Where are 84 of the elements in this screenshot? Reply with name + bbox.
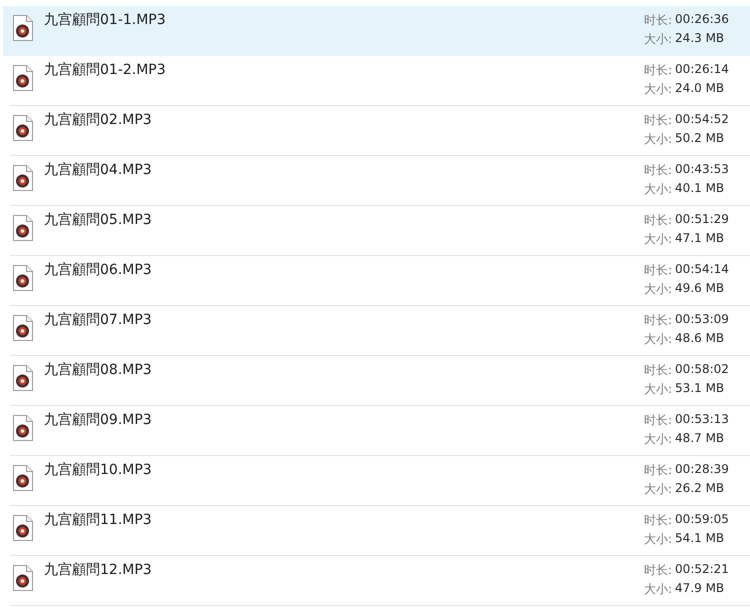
file-name: 九宫顧問07.MP3	[44, 311, 152, 329]
audio-file-icon	[12, 314, 34, 342]
audio-file-icon	[12, 164, 34, 192]
file-name: 九宫顧問08.MP3	[44, 361, 152, 379]
duration-label: 时长:	[644, 312, 672, 329]
file-name: 九宫顧問02.MP3	[44, 111, 152, 129]
duration-label: 时长:	[644, 412, 672, 429]
duration-label: 时长:	[644, 12, 672, 29]
file-name: 九宫顧問06.MP3	[44, 261, 152, 279]
size-value: 50.2 MB	[675, 131, 726, 147]
file-row[interactable]: 九宫顧問05.MP3 时长: 00:51:29 大小: 47.1 MB	[10, 206, 750, 256]
duration-label: 时长:	[644, 262, 672, 279]
duration-label: 时长:	[644, 512, 672, 529]
size-value: 40.1 MB	[675, 181, 726, 197]
audio-file-icon	[12, 14, 34, 42]
size-label: 大小:	[644, 181, 672, 198]
audio-file-icon	[12, 114, 34, 142]
size-value: 47.9 MB	[675, 581, 726, 597]
size-label: 大小:	[644, 31, 672, 48]
file-name: 九宫顧問04.MP3	[44, 161, 152, 179]
audio-file-icon	[12, 464, 34, 492]
size-label: 大小:	[644, 81, 672, 98]
size-label: 大小:	[644, 481, 672, 498]
file-row[interactable]: 九宫顧問06.MP3 时长: 00:54:14 大小: 49.6 MB	[10, 256, 750, 306]
size-value: 26.2 MB	[675, 481, 726, 497]
duration-value: 00:26:36	[675, 12, 730, 28]
audio-file-icon	[12, 214, 34, 242]
duration-label: 时长:	[644, 562, 672, 579]
size-value: 47.1 MB	[675, 231, 726, 247]
file-row[interactable]: 九宫顧問04.MP3 时长: 00:43:53 大小: 40.1 MB	[10, 156, 750, 206]
duration-label: 时长:	[644, 162, 672, 179]
size-label: 大小:	[644, 331, 672, 348]
file-row[interactable]: 九宫顧問09.MP3 时长: 00:53:13 大小: 48.7 MB	[10, 406, 750, 456]
duration-value: 00:53:13	[675, 412, 730, 428]
duration-value: 00:26:14	[675, 62, 730, 78]
duration-label: 时长:	[644, 112, 672, 129]
size-label: 大小:	[644, 281, 672, 298]
size-value: 24.3 MB	[675, 31, 726, 47]
file-name: 九宫顧問05.MP3	[44, 211, 152, 229]
duration-label: 时长:	[644, 462, 672, 479]
audio-file-icon	[12, 414, 34, 442]
audio-file-icon	[12, 264, 34, 292]
size-value: 49.6 MB	[675, 281, 726, 297]
size-value: 54.1 MB	[675, 531, 726, 547]
file-name: 九宫顧問11.MP3	[44, 511, 152, 529]
file-row[interactable]: 九宫顧問01-2.MP3 时长: 00:26:14 大小: 24.0 MB	[10, 56, 750, 106]
duration-value: 00:43:53	[675, 162, 730, 178]
file-row[interactable]: 九宫顧問02.MP3 时长: 00:54:52 大小: 50.2 MB	[10, 106, 750, 156]
file-row[interactable]: 九宫顧問07.MP3 时长: 00:53:09 大小: 48.6 MB	[10, 306, 750, 356]
file-name: 九宫顧問01-2.MP3	[44, 61, 166, 79]
size-label: 大小:	[644, 581, 672, 598]
file-row[interactable]: 九宫顧問08.MP3 时长: 00:58:02 大小: 53.1 MB	[10, 356, 750, 406]
size-value: 48.7 MB	[675, 431, 726, 447]
duration-value: 00:54:52	[675, 112, 730, 128]
size-label: 大小:	[644, 131, 672, 148]
audio-file-icon	[12, 514, 34, 542]
duration-label: 时长:	[644, 212, 672, 229]
file-name: 九宫顧問01-1.MP3	[44, 11, 166, 29]
duration-value: 00:54:14	[675, 262, 730, 278]
file-row[interactable]: 九宫顧問11.MP3 时长: 00:59:05 大小: 54.1 MB	[10, 506, 750, 556]
file-name: 九宫顧問09.MP3	[44, 411, 152, 429]
size-label: 大小:	[644, 431, 672, 448]
size-value: 24.0 MB	[675, 81, 726, 97]
size-label: 大小:	[644, 531, 672, 548]
duration-value: 00:58:02	[675, 362, 730, 378]
duration-value: 00:51:29	[675, 212, 730, 228]
duration-label: 时长:	[644, 362, 672, 379]
file-name: 九宫顧問10.MP3	[44, 461, 152, 479]
file-row[interactable]: 九宫顧問12.MP3 时长: 00:52:21 大小: 47.9 MB	[10, 556, 750, 606]
duration-value: 00:52:21	[675, 562, 730, 578]
duration-value: 00:53:09	[675, 312, 730, 328]
duration-value: 00:59:05	[675, 512, 730, 528]
audio-file-icon	[12, 364, 34, 392]
file-name: 九宫顧問12.MP3	[44, 561, 152, 579]
duration-value: 00:28:39	[675, 462, 730, 478]
size-value: 48.6 MB	[675, 331, 726, 347]
file-row[interactable]: 九宫顧問10.MP3 时长: 00:28:39 大小: 26.2 MB	[10, 456, 750, 506]
size-value: 53.1 MB	[675, 381, 726, 397]
audio-file-icon	[12, 564, 34, 592]
file-row[interactable]: 九宫顧問01-1.MP3 时长: 00:26:36 大小: 24.3 MB	[3, 6, 750, 56]
size-label: 大小:	[644, 231, 672, 248]
audio-file-icon	[12, 64, 34, 92]
duration-label: 时长:	[644, 62, 672, 79]
size-label: 大小:	[644, 381, 672, 398]
